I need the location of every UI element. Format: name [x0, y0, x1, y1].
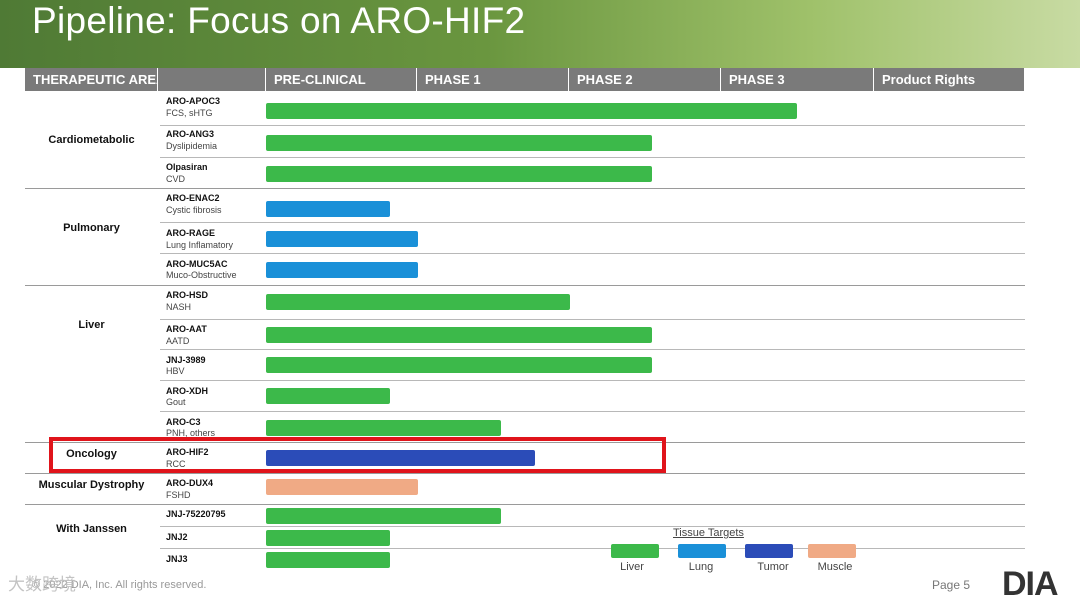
drug-name: ARO-AAT [166, 324, 207, 334]
title-banner: Pipeline: Focus on ARO-HIF2 [0, 0, 1080, 68]
drug-indication: Muco-Obstructive [166, 270, 237, 280]
progress-bar [266, 166, 652, 182]
legend-swatch-liver [611, 544, 659, 558]
progress-bar [266, 135, 652, 151]
legend-title: Tissue Targets [673, 527, 744, 539]
drug-name: ARO-RAGE [166, 228, 215, 238]
drug-name: JNJ-3989 [166, 355, 206, 365]
header-phase-2: PHASE 2 [569, 68, 721, 91]
area-divider [25, 285, 1025, 286]
header-phase-1: PHASE 1 [417, 68, 569, 91]
row-divider [160, 548, 1025, 549]
progress-bar [266, 479, 418, 495]
area-with-janssen: With Janssen [56, 523, 127, 535]
legend-swatch-lung [678, 544, 726, 558]
legend-swatch-tumor [745, 544, 793, 558]
header-phase-3: PHASE 3 [721, 68, 874, 91]
row-divider [160, 411, 1025, 412]
area-liver: Liver [78, 319, 105, 331]
progress-bar [266, 201, 390, 217]
drug-name: Olpasiran [166, 162, 208, 172]
watermark-text: 大数跨境 [8, 575, 76, 594]
legend-swatch-muscle [808, 544, 856, 558]
page-number: Page 5 [932, 578, 971, 592]
progress-bar [266, 262, 418, 278]
progress-bar [266, 103, 797, 119]
drug-indication: CVD [166, 174, 186, 184]
drug-name: JNJ2 [166, 532, 188, 542]
legend-label-muscle: Muscle [817, 561, 853, 573]
drug-name: ARO-XDH [166, 386, 208, 396]
drug-indication: Dyslipidemia [166, 141, 218, 151]
progress-bar [266, 231, 418, 247]
header-preclinical: PRE-CLINICAL [266, 68, 417, 91]
drug-indication: Gout [166, 397, 186, 407]
row-divider [160, 380, 1025, 381]
progress-bar [266, 294, 570, 310]
drug-name: ARO-C3 [166, 417, 201, 427]
drug-name: ARO-ANG3 [166, 129, 215, 139]
drug-indication: Lung Inflamatory [166, 240, 234, 250]
row-divider [160, 349, 1025, 350]
legend-label-tumor: Tumor [757, 561, 789, 573]
drug-indication: FCS, sHTG [166, 108, 213, 118]
row-divider [160, 222, 1025, 223]
progress-bar [266, 530, 390, 546]
legend-label-lung: Lung [688, 561, 714, 573]
drug-name: JNJ-75220795 [166, 509, 226, 519]
drug-name: ARO-APOC3 [166, 96, 221, 106]
drug-name: ARO-DUX4 [166, 478, 214, 488]
progress-bar [266, 388, 390, 404]
drug-indication: NASH [166, 302, 192, 312]
area-cardiometabolic: Cardiometabolic [48, 134, 135, 146]
legend-label-liver: Liver [620, 561, 644, 573]
slide-title: Pipeline: Focus on ARO-HIF2 [32, 0, 526, 41]
progress-bar [266, 552, 390, 568]
row-divider [160, 125, 1025, 126]
header-drug [158, 68, 266, 91]
drug-name: JNJ3 [166, 554, 188, 564]
row-divider [160, 526, 1025, 527]
drug-indication: FSHD [166, 490, 191, 500]
area-divider [25, 473, 1025, 474]
progress-bar [266, 420, 501, 436]
drug-name: ARO-MUC5AC [166, 259, 228, 269]
area-pulmonary: Pulmonary [63, 222, 120, 234]
header-product-rights: Product Rights [874, 68, 1025, 91]
row-divider [160, 157, 1025, 158]
progress-bar [266, 327, 652, 343]
row-divider [160, 319, 1025, 320]
progress-bar [266, 508, 501, 524]
progress-bar [266, 357, 652, 373]
oncology-highlight-box [49, 437, 666, 473]
area-divider [25, 504, 1025, 505]
drug-indication: AATD [166, 336, 190, 346]
area-muscular-dystrophy: Muscular Dystrophy [38, 479, 145, 491]
dia-logo: DIA [1002, 565, 1059, 603]
header-therapeutic-area: THERAPEUTIC AREA [25, 68, 165, 91]
drug-name: ARO-HSD [166, 290, 208, 300]
row-divider [160, 253, 1025, 254]
drug-indication: HBV [166, 366, 185, 376]
drug-indication: Cystic fibrosis [166, 205, 222, 215]
area-divider [25, 188, 1025, 189]
drug-name: ARO-ENAC2 [166, 193, 220, 203]
